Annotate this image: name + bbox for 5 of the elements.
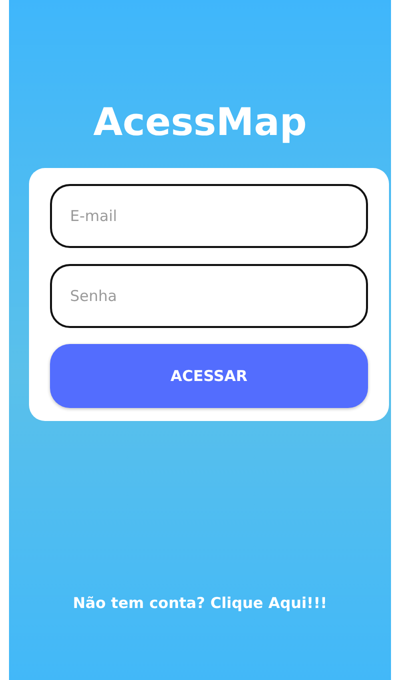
signup-link[interactable]: Não tem conta? Clique Aqui!!! [72,594,328,612]
app-title: AcessMap [93,99,307,146]
email-field[interactable]: E-mail [50,184,368,248]
password-field[interactable]: Senha [50,264,368,328]
login-button[interactable]: ACESSAR [50,344,368,408]
